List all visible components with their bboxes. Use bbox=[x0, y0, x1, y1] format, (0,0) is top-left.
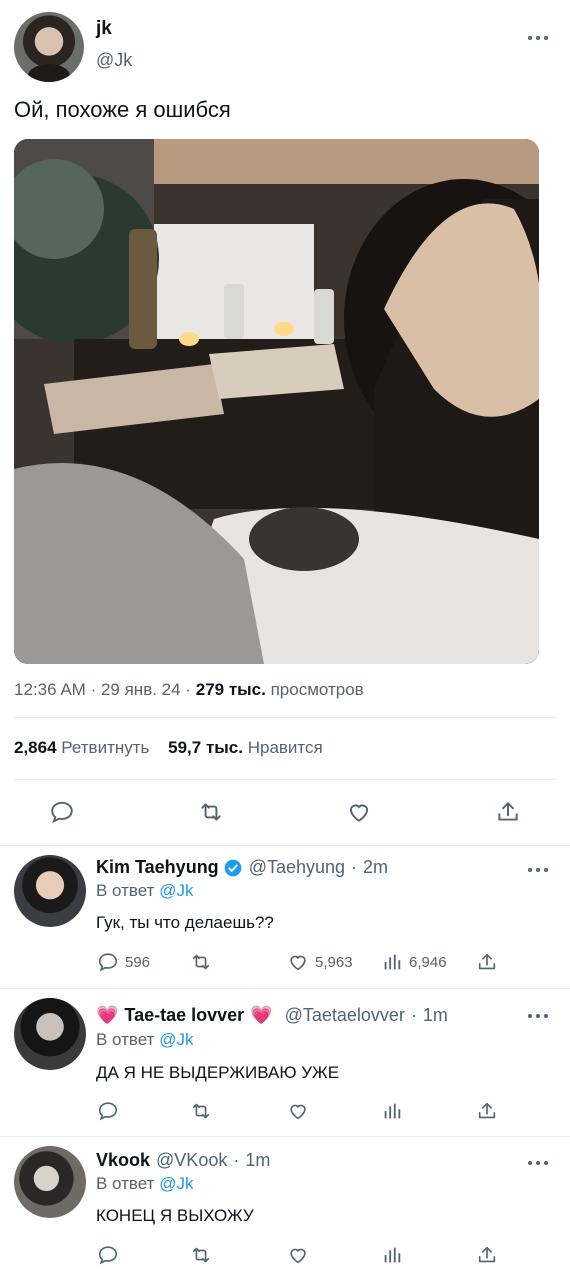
reply-header: 💗 Tae-tae lovver 💗 @Taetaelovver · 1m bbox=[96, 1005, 448, 1026]
divider bbox=[0, 1136, 570, 1137]
reply-avatar[interactable] bbox=[14, 998, 86, 1070]
replying-to: В ответ @Jk bbox=[96, 1030, 194, 1049]
views-icon[interactable] bbox=[381, 1244, 409, 1266]
like-icon[interactable] bbox=[287, 1100, 315, 1122]
verified-icon bbox=[223, 858, 243, 878]
reply-icon[interactable] bbox=[97, 1244, 125, 1266]
tweet-stats: 2,864 Ретвитнуть 59,7 тыс. Нравится bbox=[14, 738, 323, 758]
retweet-icon[interactable] bbox=[190, 951, 218, 973]
reply-handle[interactable]: @Taetaelovver bbox=[285, 1005, 405, 1026]
reply-avatar[interactable] bbox=[14, 855, 86, 927]
tweet-date: 29 янв. 24 bbox=[100, 680, 181, 699]
reply-time: 1m bbox=[422, 1005, 448, 1025]
more-icon[interactable] bbox=[526, 1008, 550, 1018]
reply-display-name[interactable]: Kim Taehyung bbox=[96, 857, 219, 878]
author-avatar[interactable] bbox=[14, 12, 84, 82]
tweet-text: Ой, похоже я ошибся bbox=[14, 97, 231, 122]
reply-icon[interactable] bbox=[47, 797, 77, 827]
view-count: 6,946 bbox=[409, 953, 447, 971]
reply-header: Kim Taehyung @Taehyung · 2m bbox=[96, 857, 389, 878]
heart-emoji-icon: 💗 bbox=[250, 1005, 273, 1025]
divider bbox=[14, 779, 556, 780]
tweet-time: 12:36 AM bbox=[14, 680, 86, 699]
reply-handle[interactable]: @VKook bbox=[156, 1150, 227, 1171]
retweet-icon[interactable] bbox=[190, 1100, 218, 1122]
more-icon[interactable] bbox=[526, 1155, 550, 1165]
share-icon[interactable] bbox=[476, 1100, 504, 1122]
reply-action[interactable]: 596 bbox=[97, 951, 150, 973]
reply-avatar[interactable] bbox=[14, 1146, 86, 1218]
share-icon[interactable] bbox=[476, 951, 504, 973]
views-action[interactable]: 6,946 bbox=[381, 951, 447, 973]
reply-time: 1m bbox=[245, 1150, 271, 1170]
reply-text: КОНЕЦ Я ВЫХОЖУ bbox=[96, 1206, 254, 1225]
reply-time: 2m bbox=[363, 857, 389, 877]
like-action[interactable]: 5,963 bbox=[287, 951, 353, 973]
likes-label[interactable]: Нравится bbox=[248, 738, 323, 757]
reply-text: ДА Я НЕ ВЫДЕРЖИВАЮ УЖЕ bbox=[96, 1063, 340, 1082]
replying-to: В ответ @Jk bbox=[96, 1174, 194, 1193]
share-icon[interactable] bbox=[476, 1244, 504, 1266]
reply-handle[interactable]: @Taehyung bbox=[249, 857, 345, 878]
reply-display-name[interactable]: Tae-tae lovver bbox=[124, 1005, 244, 1026]
reply-display-name[interactable]: Vkook bbox=[96, 1150, 150, 1171]
heart-emoji-icon: 💗 bbox=[96, 1005, 119, 1025]
reply-text: Гук, ты что делаешь?? bbox=[96, 913, 274, 932]
divider bbox=[14, 717, 556, 718]
views-icon[interactable] bbox=[381, 1100, 409, 1122]
reply-header: Vkook @VKook · 1m bbox=[96, 1150, 271, 1171]
more-icon[interactable] bbox=[526, 30, 550, 40]
like-count: 5,963 bbox=[315, 953, 353, 971]
views-label: просмотров bbox=[270, 680, 364, 699]
views-count: 279 тыс. bbox=[195, 680, 266, 699]
replying-to: В ответ @Jk bbox=[96, 881, 194, 900]
like-icon[interactable] bbox=[344, 797, 374, 827]
retweets-label[interactable]: Ретвитнуть bbox=[61, 738, 149, 757]
reply-count: 596 bbox=[125, 953, 151, 971]
author-handle[interactable]: @Jk bbox=[96, 50, 132, 71]
author-display-name[interactable]: jk bbox=[96, 18, 112, 40]
retweet-icon[interactable] bbox=[196, 797, 226, 827]
more-icon[interactable] bbox=[526, 862, 550, 872]
tweet-photo[interactable] bbox=[14, 139, 539, 664]
retweet-icon[interactable] bbox=[190, 1244, 218, 1266]
tweet-meta: 12:36 AM · 29 янв. 24 · 279 тыс. просмот… bbox=[14, 680, 364, 699]
reply-icon[interactable] bbox=[97, 1100, 125, 1122]
share-icon[interactable] bbox=[493, 797, 523, 827]
divider bbox=[0, 988, 570, 989]
retweets-count[interactable]: 2,864 bbox=[14, 738, 57, 757]
replying-to-handle[interactable]: @Jk bbox=[159, 1030, 193, 1049]
replying-to-handle[interactable]: @Jk bbox=[159, 1174, 193, 1193]
likes-count[interactable]: 59,7 тыс. bbox=[168, 738, 243, 757]
replying-to-handle[interactable]: @Jk bbox=[159, 881, 193, 900]
divider bbox=[0, 845, 570, 846]
like-icon[interactable] bbox=[287, 1244, 315, 1266]
